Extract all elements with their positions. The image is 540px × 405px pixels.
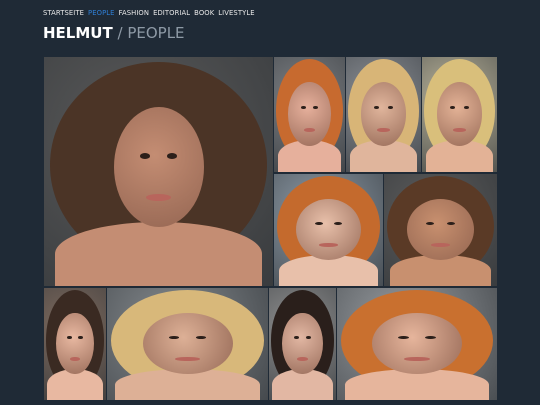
photo-curly-brunette-profile[interactable] — [44, 57, 273, 286]
mouth-shape — [319, 242, 338, 247]
section-name: PEOPLE — [127, 24, 185, 42]
title-separator: / — [117, 24, 123, 42]
face-shape — [56, 312, 94, 375]
right-eye — [446, 222, 455, 226]
nav-item-livestyle[interactable]: LIVESTYLE — [218, 9, 254, 17]
mouth-shape — [453, 127, 466, 132]
mouth-shape — [296, 356, 309, 361]
photo-blonde-curly-bare-shoulders[interactable] — [346, 57, 421, 172]
photo-long-blonde-hair[interactable] — [422, 57, 497, 172]
mouth-shape — [404, 356, 430, 361]
photo-dark-bob-closeup[interactable] — [44, 288, 106, 400]
face-shape — [295, 198, 362, 261]
mouth-shape — [377, 127, 390, 132]
photo-ginger-windblown[interactable] — [337, 288, 497, 400]
brand-name: HELMUT — [43, 24, 113, 42]
right-eye — [78, 336, 83, 340]
left-eye — [67, 336, 72, 340]
face-shape — [142, 312, 233, 375]
face-shape — [282, 312, 323, 375]
mouth-shape — [145, 193, 172, 201]
mouth-shape — [303, 127, 316, 132]
nav-item-startseite[interactable]: STARTSEITE — [43, 9, 84, 17]
face-shape — [406, 198, 475, 261]
left-eye — [294, 336, 299, 340]
main-nav: STARTSEITE PEOPLE FASHION EDITORIAL BOOK… — [43, 9, 255, 17]
photo-windblown-red-hair[interactable] — [274, 174, 383, 286]
face-shape — [372, 312, 462, 375]
photo-red-hair-hand-face[interactable] — [274, 57, 345, 172]
photo-blonde-smiling[interactable] — [107, 288, 268, 400]
nav-item-book[interactable]: BOOK — [194, 9, 214, 17]
face-shape — [288, 82, 331, 146]
face-shape — [361, 82, 406, 146]
mouth-shape — [174, 356, 201, 361]
photo-dark-bangs-portrait[interactable] — [269, 288, 336, 400]
mouth-shape — [431, 242, 450, 247]
face-shape — [437, 82, 482, 146]
page-title: HELMUT / PEOPLE — [43, 23, 185, 43]
face-shape — [113, 107, 204, 228]
mouth-shape — [69, 356, 81, 361]
shoulders-shape — [55, 221, 262, 286]
left-eye — [314, 222, 323, 226]
photo-freckled-curly-closeup[interactable] — [384, 174, 497, 286]
nav-item-people[interactable]: PEOPLE — [88, 9, 115, 17]
nav-item-editorial[interactable]: EDITORIAL — [153, 9, 190, 17]
nav-item-fashion[interactable]: FASHION — [119, 9, 150, 17]
